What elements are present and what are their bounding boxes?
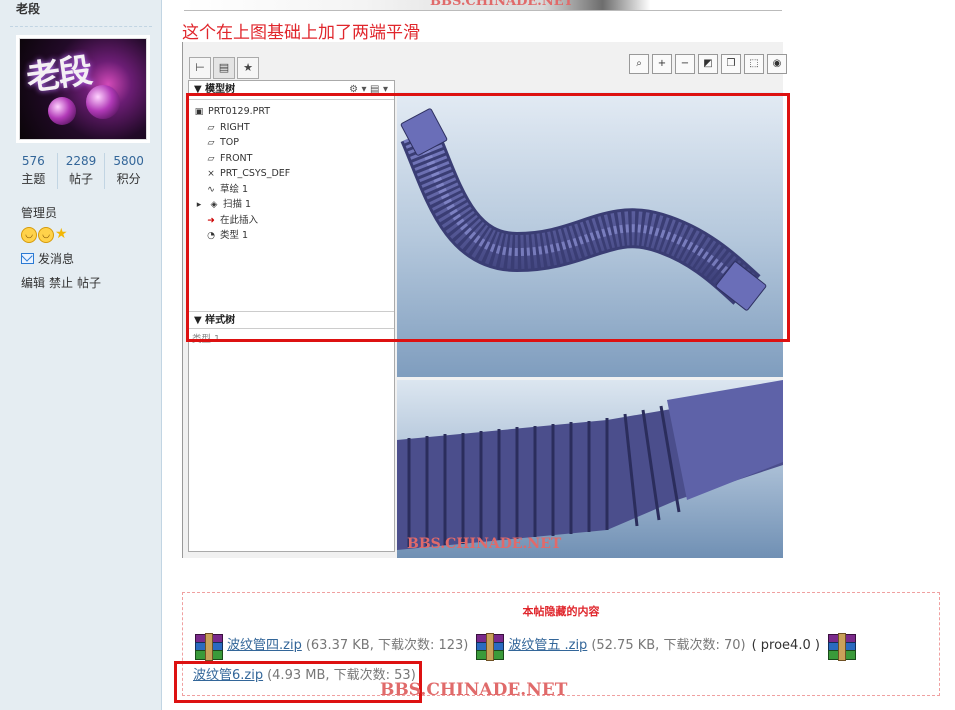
author-sidebar: 老段 老段 576 主题 2289 帖子 5800 积分 管理员 ◡ ◡ ★ 发… <box>0 0 162 710</box>
model-tree-tab-icon[interactable]: ⊢ <box>189 57 211 79</box>
edit-link[interactable]: 编辑 <box>21 274 45 291</box>
stat-label: 帖子 <box>69 172 94 186</box>
admin-links: 编辑 禁止 帖子 <box>21 274 101 291</box>
view-toolbar: ⌕ + − ◩ ❒ ⬚ ◉ <box>629 54 787 74</box>
shading-icon[interactable]: ❒ <box>721 54 741 74</box>
stat-points[interactable]: 5800 积分 <box>104 153 152 189</box>
attachment-link[interactable]: 波纹管四.zip <box>227 632 302 660</box>
model-viewport-detail[interactable]: BBS.CHINADE.NET <box>397 380 783 558</box>
zoom-out-icon[interactable]: − <box>675 54 695 74</box>
archive-icon <box>474 631 505 661</box>
gem-graphic <box>86 85 120 119</box>
bellows-closeup: BBS.CHINADE.NET <box>397 380 783 552</box>
avatar-text: 老段 <box>24 50 93 100</box>
watermark: BBS.CHINADE.NET <box>380 680 568 700</box>
watermark: BBS.CHINADE.NET <box>407 536 562 552</box>
stat-value[interactable]: 2289 <box>58 153 105 169</box>
avatar[interactable]: 老段 <box>19 38 147 140</box>
watermark: BBS.CHINADE.NET <box>430 0 574 9</box>
repaint-icon[interactable]: ◩ <box>698 54 718 74</box>
refit-icon[interactable]: ⌕ <box>629 54 649 74</box>
stat-posts[interactable]: 2289 帖子 <box>56 153 105 189</box>
folder-browser-icon[interactable]: ▤ <box>213 57 235 79</box>
medal-icons: ◡ ◡ ★ <box>21 227 68 243</box>
posts-link[interactable]: 帖子 <box>77 274 101 291</box>
stat-label: 主题 <box>21 172 46 186</box>
star-icon: ★ <box>55 226 68 242</box>
stat-threads[interactable]: 576 主题 <box>10 153 57 189</box>
attachment-list: 波纹管四.zip (63.37 KB, 下载次数: 123) 波纹管五 .zip… <box>193 631 933 661</box>
archive-icon <box>826 631 856 661</box>
highlight-box <box>186 93 790 342</box>
attachment-note: ( proe4.0 ) <box>751 638 820 653</box>
zoom-in-icon[interactable]: + <box>652 54 672 74</box>
previous-image-bottom: BBS.CHINADE.NET <box>184 0 782 11</box>
mail-icon <box>21 253 34 264</box>
send-message-link[interactable]: 发消息 <box>21 250 74 267</box>
author-stats: 576 主题 2289 帖子 5800 积分 <box>10 153 152 189</box>
post-caption: 这个在上图基础上加了两端平滑 <box>182 23 420 43</box>
attachment-meta: (63.37 KB, 下载次数: 123) <box>305 638 469 653</box>
view-orient-icon[interactable]: ⬚ <box>744 54 764 74</box>
stat-label: 积分 <box>116 172 141 186</box>
attachment-meta: (52.75 KB, 下载次数: 70) <box>591 638 746 653</box>
attachment-link[interactable]: 波纹管五 .zip <box>508 632 587 660</box>
author-name[interactable]: 老段 <box>16 0 40 17</box>
user-role: 管理员 <box>21 206 58 220</box>
tree-toolbar: ⊢ ▤ ★ <box>189 57 259 79</box>
send-message-label[interactable]: 发消息 <box>38 250 74 267</box>
favorites-icon[interactable]: ★ <box>237 57 259 79</box>
gem-graphic <box>48 97 76 125</box>
stat-value[interactable]: 576 <box>10 153 57 169</box>
smiley-icon: ◡ <box>38 227 54 243</box>
hidden-content-title: 本帖隐藏的内容 <box>522 605 600 618</box>
smiley-icon: ◡ <box>21 227 37 243</box>
divider <box>10 26 152 27</box>
ban-link[interactable]: 禁止 <box>49 274 73 291</box>
camera-icon[interactable]: ◉ <box>767 54 787 74</box>
archive-icon <box>193 631 223 661</box>
stat-value[interactable]: 5800 <box>105 153 152 169</box>
